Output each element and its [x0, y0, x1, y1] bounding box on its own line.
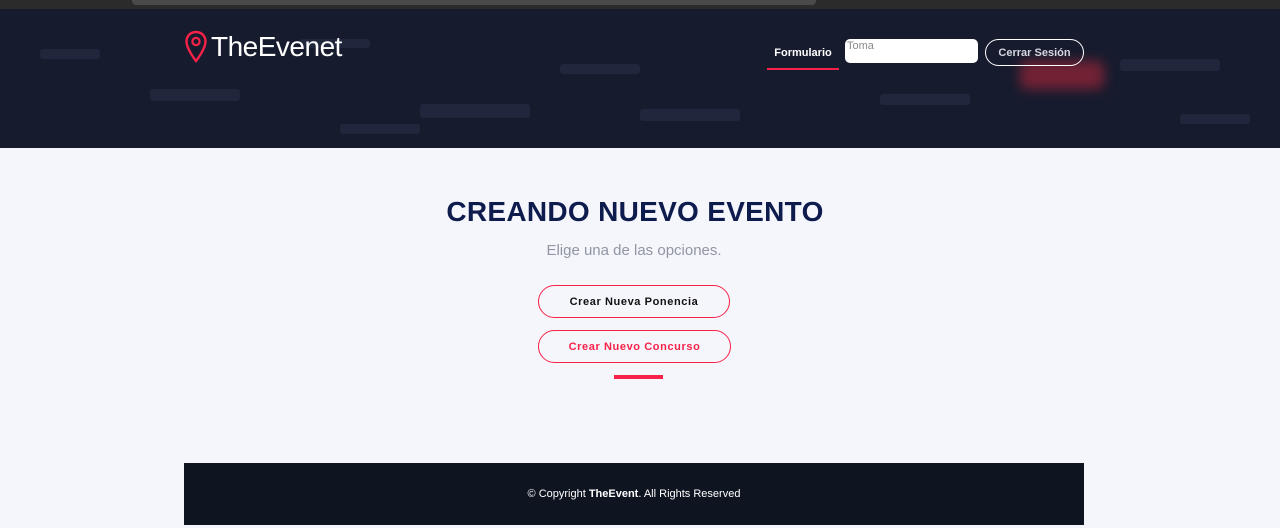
site-header: TheEvenet Formulario Cerrar Sesión — [0, 9, 1280, 148]
browser-address-bar — [132, 0, 816, 5]
header-texture — [1180, 114, 1250, 124]
header-texture — [420, 104, 530, 118]
copyright-suffix: . All Rights Reserved — [638, 488, 741, 500]
page-subtitle: Elige una de las opciones. — [546, 242, 722, 259]
create-concurso-button[interactable]: Crear Nuevo Concurso — [538, 330, 731, 363]
header-texture — [40, 49, 100, 59]
header-texture — [560, 64, 640, 74]
search-input[interactable] — [845, 39, 978, 63]
header-texture — [340, 124, 420, 134]
header-texture — [1120, 59, 1220, 71]
create-ponencia-button[interactable]: Crear Nueva Ponencia — [538, 285, 730, 318]
nav-item-formulario[interactable]: Formulario — [767, 38, 839, 70]
brand-logo[interactable]: TheEvenet — [184, 29, 342, 65]
map-pin-icon — [185, 30, 207, 63]
section-divider — [614, 375, 663, 379]
header-texture — [150, 89, 240, 101]
logout-button[interactable]: Cerrar Sesión — [985, 39, 1084, 66]
brand-name: TheEvenet — [211, 31, 342, 62]
page-title: CREANDO NUEVO EVENTO — [446, 196, 824, 227]
browser-chrome — [0, 0, 1280, 9]
site-footer: © Copyright TheEvent . All Rights Reserv… — [184, 463, 1084, 525]
copyright-brand: TheEvent — [588, 488, 639, 500]
header-texture — [640, 109, 740, 121]
header-texture — [880, 94, 970, 105]
copyright-prefix: © Copyright — [527, 488, 589, 500]
